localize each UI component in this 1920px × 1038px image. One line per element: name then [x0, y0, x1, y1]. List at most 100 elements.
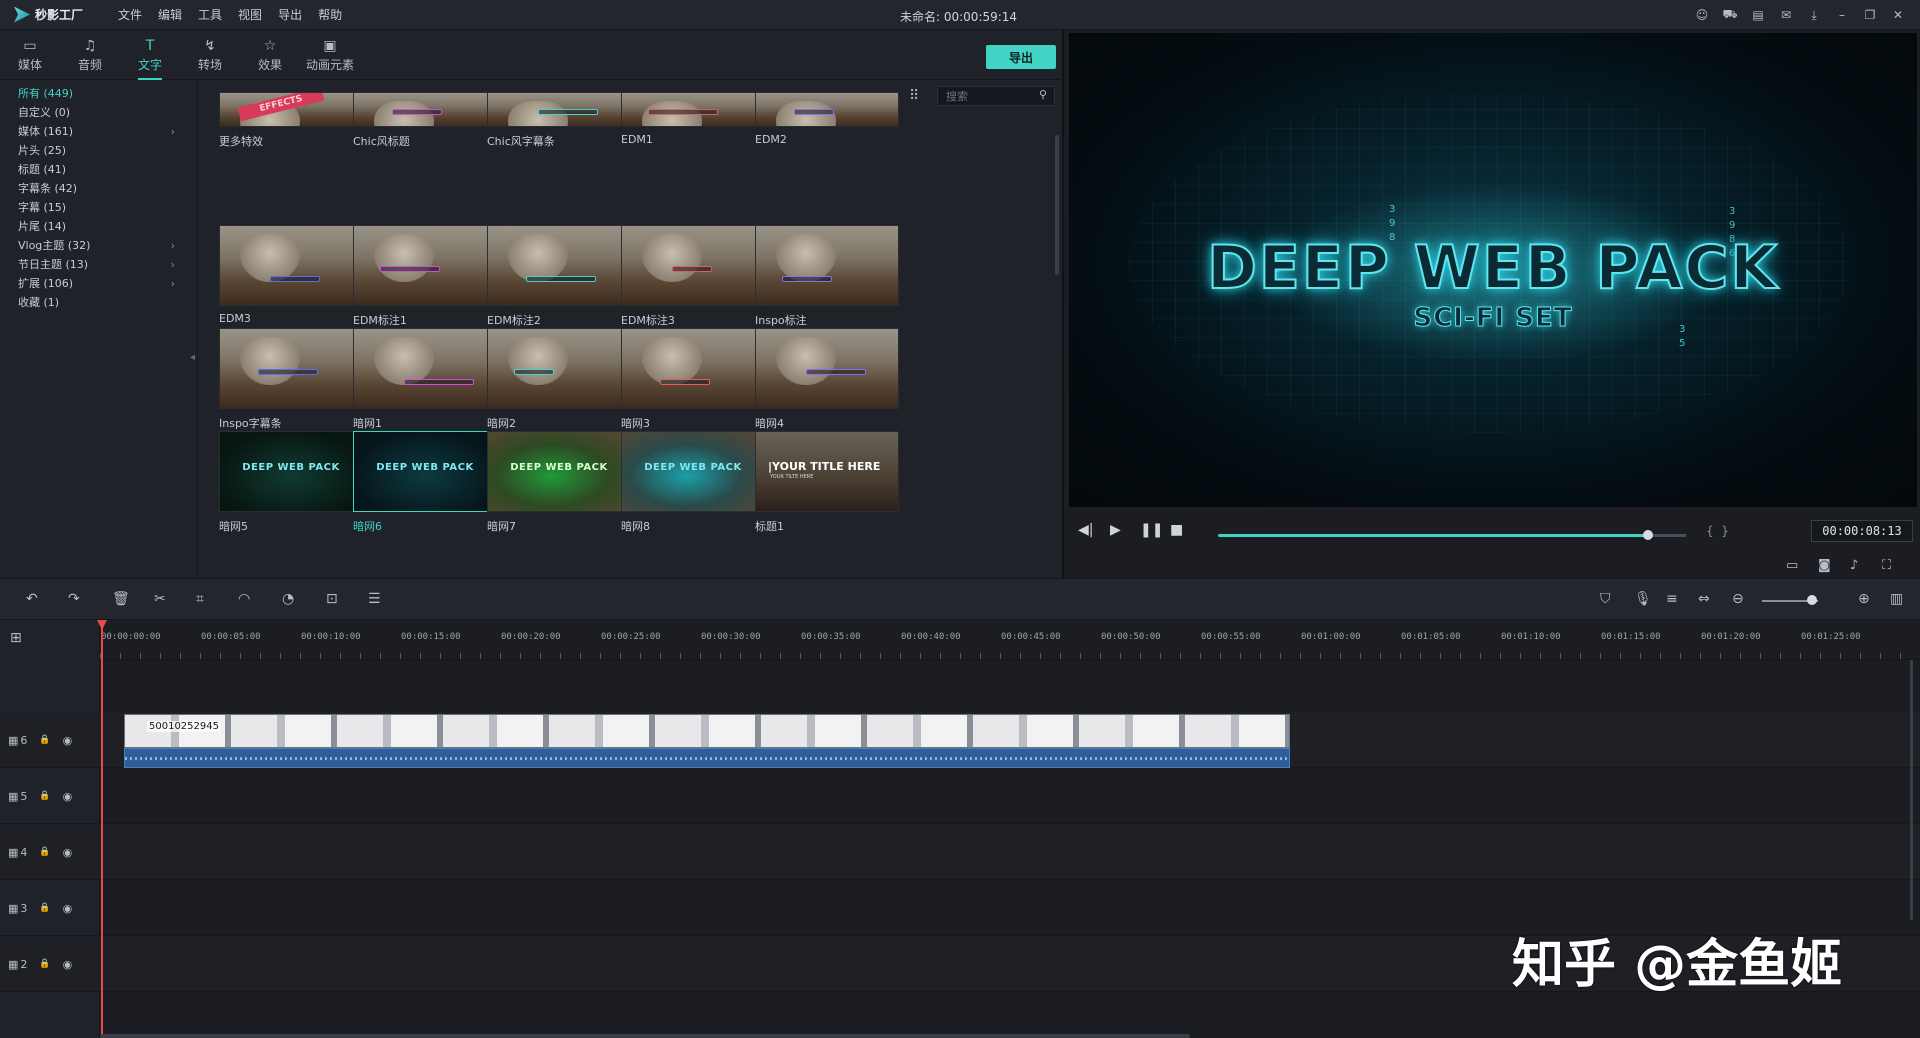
zoom-out-icon[interactable]: ⊖ [1732, 591, 1744, 607]
stop-icon[interactable]: ■ [1170, 522, 1183, 538]
category-item[interactable]: 片尾 (14) [0, 217, 197, 236]
template-thumbnail[interactable]: EDM标注1 [353, 225, 497, 328]
download-icon[interactable]: ⤓ [1800, 6, 1828, 24]
step-back-icon[interactable]: ◀| [1078, 522, 1093, 538]
chevron-right-icon[interactable]: › [171, 236, 175, 255]
zoom-in-icon[interactable]: ⊕ [1858, 591, 1870, 607]
green-screen-icon[interactable]: ⊡ [326, 591, 338, 607]
eye-icon[interactable]: ◉ [63, 958, 73, 971]
search-icon[interactable]: ⚲ [1039, 88, 1047, 101]
template-thumbnail[interactable]: EDM1 [621, 92, 765, 146]
play-icon[interactable]: ▶ [1110, 522, 1121, 538]
grid-scrollbar[interactable] [1055, 135, 1059, 275]
lock-icon[interactable]: 🔒 [39, 847, 50, 857]
cut-icon[interactable]: ✂ [154, 591, 166, 607]
save-icon[interactable]: ▤ [1744, 6, 1772, 24]
close-icon[interactable]: ✕ [1884, 6, 1912, 24]
menu-tools[interactable]: 工具 [198, 6, 222, 23]
template-thumbnail[interactable]: EDM标注3 [621, 225, 765, 328]
template-thumbnail[interactable]: EDM3 [219, 225, 363, 325]
category-item[interactable]: 片头 (25) [0, 141, 197, 160]
chevron-right-icon[interactable]: › [171, 255, 175, 274]
mail-icon[interactable]: ✉ [1772, 6, 1800, 24]
audio-mixer-icon[interactable]: ≡ [1666, 591, 1678, 607]
adjust-icon[interactable]: ☰ [368, 591, 381, 607]
grid-view-icon[interactable]: ⠿ [909, 88, 919, 104]
menu-export[interactable]: 导出 [278, 6, 302, 23]
category-item[interactable]: 标题 (41) [0, 160, 197, 179]
snapshot-icon[interactable]: ◙ [1818, 558, 1831, 573]
chevron-right-icon[interactable]: › [171, 122, 175, 141]
playback-knob[interactable] [1643, 530, 1653, 540]
search-input[interactable] [937, 86, 1055, 106]
template-thumbnail[interactable]: Inspo字幕条 [219, 328, 363, 431]
template-thumbnail[interactable]: Chic风字幕条 [487, 92, 631, 149]
timeline-track[interactable]: ▦ 4 🔒 ◉ [0, 824, 1920, 880]
menu-help[interactable]: 帮助 [318, 6, 342, 23]
render-preview-icon[interactable]: ▭ [1786, 558, 1798, 573]
account-icon[interactable]: ☺ [1688, 6, 1716, 24]
export-button[interactable]: 导出 [986, 45, 1056, 69]
video-clip[interactable]: 50010252945 [124, 714, 1290, 748]
menu-edit[interactable]: 编辑 [158, 6, 182, 23]
lock-icon[interactable]: 🔒 [39, 791, 50, 801]
audio-waveform[interactable] [124, 748, 1290, 768]
eye-icon[interactable]: ◉ [63, 846, 73, 859]
template-thumbnail[interactable]: Chic风标题 [353, 92, 497, 149]
eye-icon[interactable]: ◉ [63, 902, 73, 915]
template-thumbnail[interactable]: DEEP WEB PACK 暗网7 [487, 431, 631, 534]
template-thumbnail[interactable]: 暗网4 [755, 328, 899, 431]
template-thumbnail[interactable]: DEEP WEB PACK 暗网8 [621, 431, 765, 534]
tab-effects[interactable]: ☆ 效果 [240, 30, 300, 80]
panel-toggle-icon[interactable]: ▥ [1890, 591, 1903, 607]
template-thumbnail[interactable]: DEEP WEB PACK 暗网5 [219, 431, 363, 534]
undo-icon[interactable]: ↶ [26, 591, 38, 607]
category-item[interactable]: 节日主题 (13) › [0, 255, 197, 274]
template-thumbnail[interactable]: Inspo标注 [755, 225, 899, 328]
timeline-horizontal-scrollbar[interactable] [100, 1034, 1190, 1038]
cart-icon[interactable]: ⛟ [1716, 6, 1744, 24]
timeline-vertical-scrollbar[interactable] [1910, 660, 1913, 920]
template-thumbnail[interactable]: EDM标注2 [487, 225, 631, 328]
delete-icon[interactable]: 🗑 [112, 591, 130, 607]
timeline-track[interactable]: ▦ 5 🔒 ◉ [0, 768, 1920, 824]
category-item[interactable]: Vlog主题 (32) › [0, 236, 197, 255]
fullscreen-icon[interactable]: ⛶ [1882, 558, 1891, 573]
tab-text[interactable]: T 文字 [120, 30, 180, 80]
mark-in-out-icon[interactable]: { } [1706, 524, 1729, 538]
template-thumbnail[interactable]: 暗网3 [621, 328, 765, 431]
tab-elements[interactable]: ▣ 动画元素 [300, 30, 360, 80]
crop-icon[interactable]: ⌗ [196, 591, 204, 607]
fit-timeline-icon[interactable]: ⇔ [1698, 591, 1710, 607]
template-thumbnail[interactable]: 暗网1 [353, 328, 497, 431]
category-item[interactable]: 扩展 (106) › [0, 274, 197, 293]
restore-icon[interactable]: ❐ [1856, 6, 1884, 24]
microphone-icon[interactable]: 🎙 [1634, 591, 1652, 607]
lock-icon[interactable]: 🔒 [39, 959, 50, 969]
template-thumbnail[interactable]: EFFECTS 更多特效 [219, 92, 363, 149]
template-thumbnail[interactable]: EDM2 [755, 92, 899, 146]
speed-icon[interactable]: ◠ [238, 591, 250, 607]
category-item[interactable]: 收藏 (1) [0, 293, 197, 312]
color-icon[interactable]: ◔ [282, 591, 294, 607]
zoom-knob[interactable] [1807, 595, 1817, 605]
playback-progress[interactable] [1218, 534, 1648, 537]
eye-icon[interactable]: ◉ [63, 790, 73, 803]
category-item[interactable]: 媒体 (161) › [0, 122, 197, 141]
eye-icon[interactable]: ◉ [63, 734, 73, 747]
category-item[interactable]: 自定义 (0) [0, 103, 197, 122]
minimize-icon[interactable]: – [1828, 6, 1856, 24]
menu-view[interactable]: 视图 [238, 6, 262, 23]
category-item[interactable]: 所有 (449) [0, 84, 197, 103]
playhead[interactable] [101, 620, 103, 1038]
marker-icon[interactable]: ⛉ [1600, 591, 1611, 607]
lock-icon[interactable]: 🔒 [39, 903, 50, 913]
template-thumbnail[interactable]: 暗网2 [487, 328, 631, 431]
chevron-right-icon[interactable]: › [171, 274, 175, 293]
collapse-arrow-icon[interactable]: ◂ [190, 352, 195, 363]
lock-icon[interactable]: 🔒 [39, 735, 50, 745]
category-item[interactable]: 字幕 (15) [0, 198, 197, 217]
pause-icon[interactable]: ❚❚ [1140, 522, 1163, 538]
category-item[interactable]: 字幕条 (42) [0, 179, 197, 198]
menu-file[interactable]: 文件 [118, 6, 142, 23]
